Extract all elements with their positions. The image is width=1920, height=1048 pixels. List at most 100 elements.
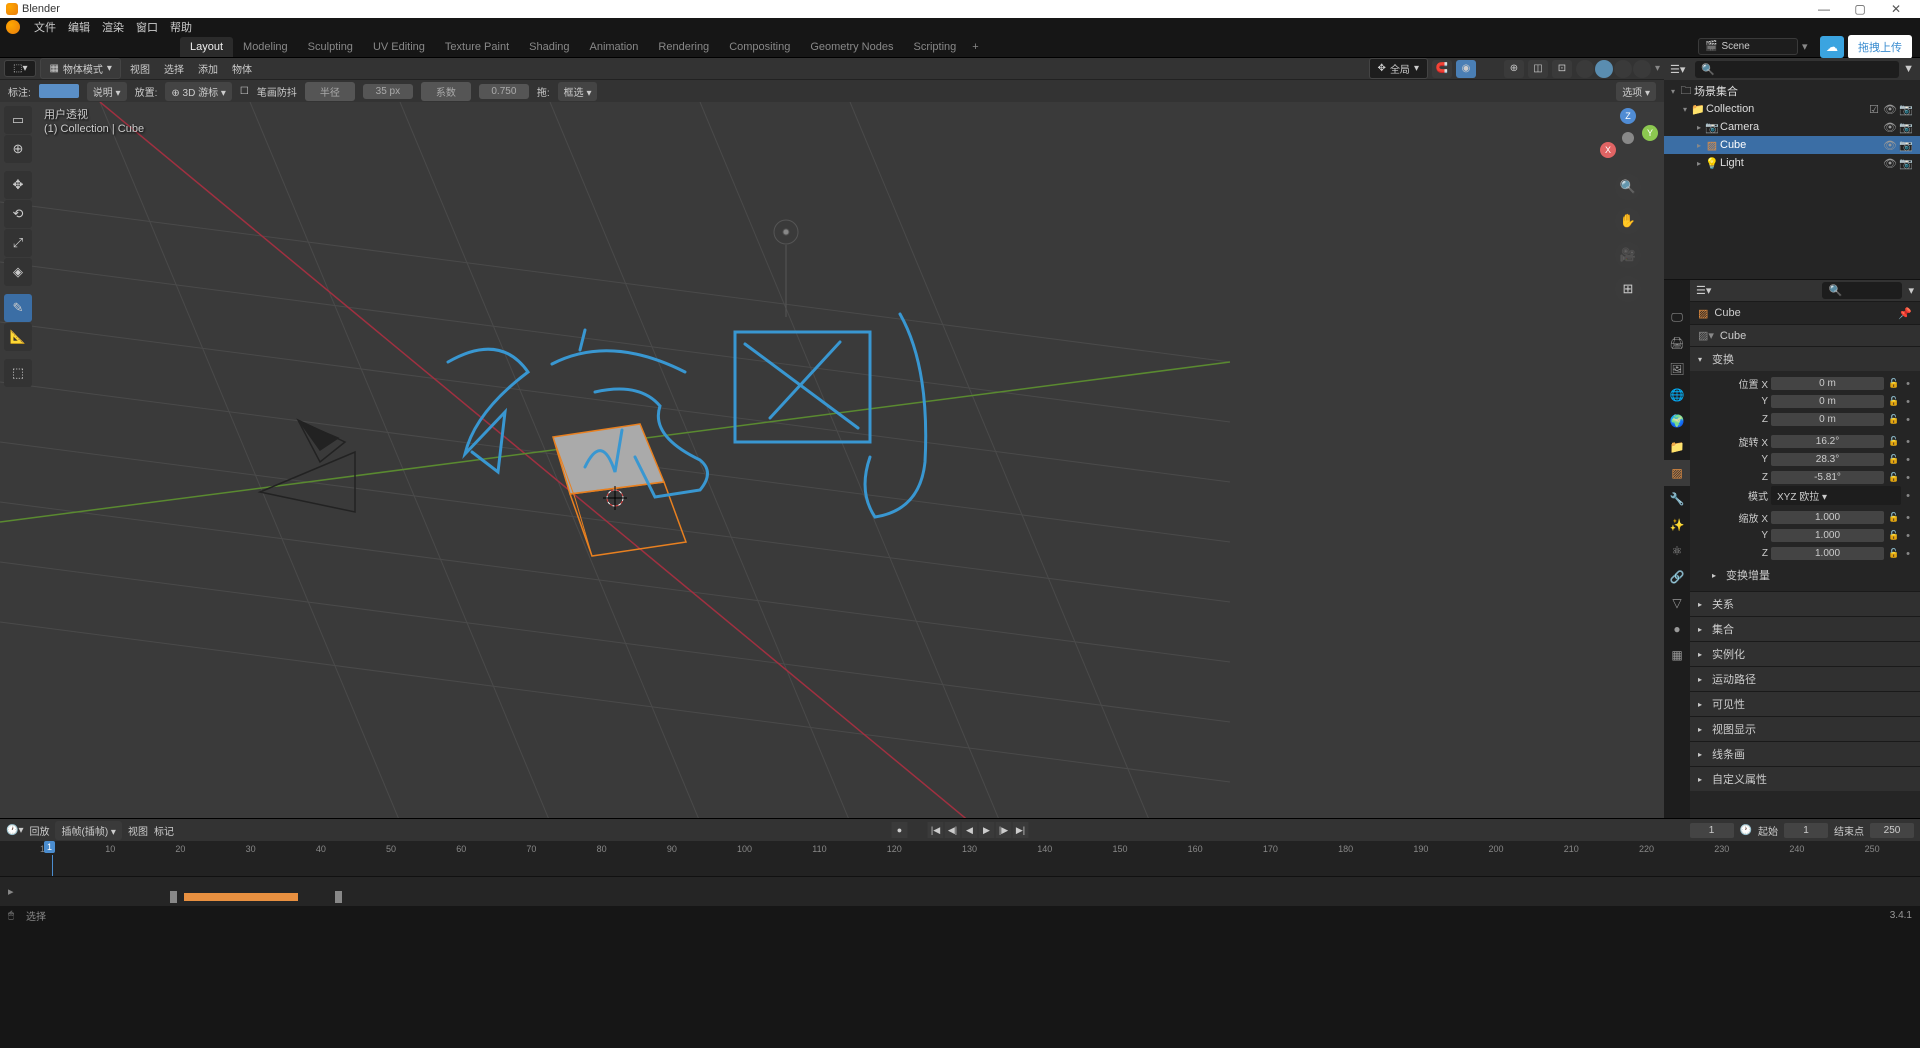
tl-view[interactable]: 视图 [128, 823, 148, 838]
tl-playback[interactable]: 回放 [29, 823, 49, 838]
upload-button[interactable]: 拖拽上传 [1848, 35, 1912, 59]
tool-move[interactable]: ✥ [4, 171, 32, 199]
outliner-cube[interactable]: ▸▨ Cube 👁 📷 [1664, 136, 1920, 154]
tl-marker[interactable]: 标记 [154, 823, 174, 838]
loc-x[interactable]: 0 m [1771, 377, 1884, 390]
eye-icon[interactable]: 👁 [1882, 157, 1898, 170]
scale-x[interactable]: 1.000 [1771, 511, 1884, 524]
tab-rendering[interactable]: Rendering [648, 37, 719, 57]
ptab-output[interactable]: 🖨 [1664, 330, 1690, 356]
timeline-ruler[interactable]: 1 11020304050607080901001101201301401501… [0, 841, 1920, 876]
tl-keying[interactable]: 插帧(插帧) ▾ [55, 821, 121, 840]
menu-render[interactable]: 渲染 [102, 19, 124, 35]
scene-selector[interactable]: 🎬 Scene [1698, 38, 1798, 55]
panel-custom-props[interactable]: ▸自定义属性 [1690, 767, 1920, 791]
jump-start[interactable]: |◀ [928, 822, 944, 838]
shade-matprev[interactable] [1614, 60, 1632, 78]
panel-transform-header[interactable]: ▾变换 [1690, 347, 1920, 371]
pan-button[interactable]: ✋ [1615, 208, 1641, 234]
snap-toggle[interactable]: 🧲 [1432, 60, 1452, 78]
menu-file[interactable]: 文件 [34, 19, 56, 35]
outliner-editor-icon[interactable]: ☰▾ [1670, 63, 1685, 76]
overlays-toggle[interactable]: ◫ [1528, 60, 1548, 78]
radius-field[interactable]: 半径 [305, 82, 355, 101]
zoom-button[interactable]: 🔍 [1615, 174, 1641, 200]
vp-menu-select[interactable]: 选择 [159, 59, 189, 78]
tab-layout[interactable]: Layout [180, 37, 233, 57]
autokey-toggle[interactable]: ● [892, 822, 908, 838]
3d-viewport[interactable]: 用户透视 (1) Collection | Cube ▭ ⊕ ✥ ⟲ ⤢ ◈ ✎… [0, 102, 1664, 818]
close-button[interactable]: ✕ [1878, 2, 1914, 16]
rot-y[interactable]: 28.3° [1771, 453, 1884, 466]
outliner-search[interactable]: 🔍 [1695, 61, 1899, 78]
ptab-world[interactable]: 🌍 [1664, 408, 1690, 434]
tab-sculpting[interactable]: Sculpting [298, 37, 363, 57]
camera-icon[interactable]: 📷 [1898, 157, 1914, 170]
panel-instancing[interactable]: ▸实例化 [1690, 642, 1920, 666]
next-keyframe[interactable]: |▶ [996, 822, 1012, 838]
panel-collections[interactable]: ▸集合 [1690, 617, 1920, 641]
outliner-scene-collection[interactable]: ▾🗀 场景集合 [1664, 82, 1920, 100]
radius-value[interactable]: 35 px [363, 84, 413, 99]
tool-rotate[interactable]: ⟲ [4, 200, 32, 228]
maximize-button[interactable]: ▢ [1842, 2, 1878, 16]
shade-rendered[interactable] [1633, 60, 1651, 78]
tool-measure[interactable]: 📐 [4, 323, 32, 351]
coeff-value[interactable]: 0.750 [479, 84, 529, 99]
playhead[interactable]: 1 [44, 841, 60, 876]
filter-icon[interactable]: ▼ [1903, 63, 1914, 75]
camera-icon[interactable]: 📷 [1898, 121, 1914, 134]
tool-select[interactable]: ▭ [4, 106, 32, 134]
dopesheet-summary[interactable]: ▸ [0, 876, 1920, 906]
rot-mode[interactable]: XYZ 欧拉 ▾ [1771, 486, 1901, 505]
ptab-constraints[interactable]: 🔗 [1664, 564, 1690, 590]
ptab-collection[interactable]: 📁 [1664, 434, 1690, 460]
tab-shading[interactable]: Shading [519, 37, 579, 57]
keyframe-strip[interactable] [184, 893, 298, 901]
menu-edit[interactable]: 编辑 [68, 19, 90, 35]
props-search[interactable]: 🔍 [1822, 282, 1902, 299]
tool-annotate[interactable]: ✎ [4, 294, 32, 322]
minimize-button[interactable]: — [1806, 2, 1842, 16]
tool-add-cube[interactable]: ⬚ [4, 359, 32, 387]
vp-menu-add[interactable]: 添加 [193, 59, 223, 78]
shade-wireframe[interactable] [1576, 60, 1594, 78]
panel-motion[interactable]: ▸运动路径 [1690, 667, 1920, 691]
outliner-collection[interactable]: ▾📁 Collection ☑ 👁 📷 [1664, 100, 1920, 118]
rot-z[interactable]: -5.81° [1771, 471, 1884, 484]
coeff-field[interactable]: 系数 [421, 82, 471, 101]
play[interactable]: ▶ [979, 822, 995, 838]
timeline-editor-icon[interactable]: 🕐▾ [6, 825, 23, 836]
pin-icon[interactable]: 📌 [1898, 307, 1912, 320]
tab-texpaint[interactable]: Texture Paint [435, 37, 519, 57]
tab-animation[interactable]: Animation [580, 37, 649, 57]
tool-transform[interactable]: ◈ [4, 258, 32, 286]
tab-geonodes[interactable]: Geometry Nodes [800, 37, 903, 57]
current-frame[interactable]: 1 [1690, 823, 1734, 838]
ptab-object[interactable]: ▨ [1664, 460, 1690, 486]
new-scene-icon[interactable]: ▾ [1802, 40, 1816, 53]
camera-view-button[interactable]: 🎥 [1615, 242, 1641, 268]
camera-icon[interactable]: 📷 [1898, 139, 1914, 152]
eye-icon[interactable]: 👁 [1882, 121, 1898, 134]
panel-visibility[interactable]: ▸可见性 [1690, 692, 1920, 716]
ptab-viewlayer[interactable]: 🖼 [1664, 356, 1690, 382]
proportional-toggle[interactable]: ◉ [1456, 60, 1476, 78]
outliner-camera[interactable]: ▸📷 Camera 👁 📷 [1664, 118, 1920, 136]
vp-menu-object[interactable]: 物体 [227, 59, 257, 78]
annotation-layer[interactable]: 说明 ▾ [87, 82, 127, 101]
play-reverse[interactable]: ◀ [962, 822, 978, 838]
annotation-color[interactable] [39, 84, 79, 98]
add-workspace-button[interactable]: + [972, 41, 978, 53]
xray-toggle[interactable]: ⊡ [1552, 60, 1572, 78]
options-icon[interactable]: ▾ [1908, 284, 1914, 297]
ptab-modifiers[interactable]: 🔧 [1664, 486, 1690, 512]
start-frame[interactable]: 1 [1784, 823, 1828, 838]
menu-window[interactable]: 窗口 [136, 19, 158, 35]
scale-z[interactable]: 1.000 [1771, 547, 1884, 560]
ptab-particles[interactable]: ✨ [1664, 512, 1690, 538]
drag-selector[interactable]: 框选 ▾ [558, 82, 598, 101]
ptab-data[interactable]: ▽ [1664, 590, 1690, 616]
tab-scripting[interactable]: Scripting [903, 37, 966, 57]
ptab-material[interactable]: ● [1664, 616, 1690, 642]
